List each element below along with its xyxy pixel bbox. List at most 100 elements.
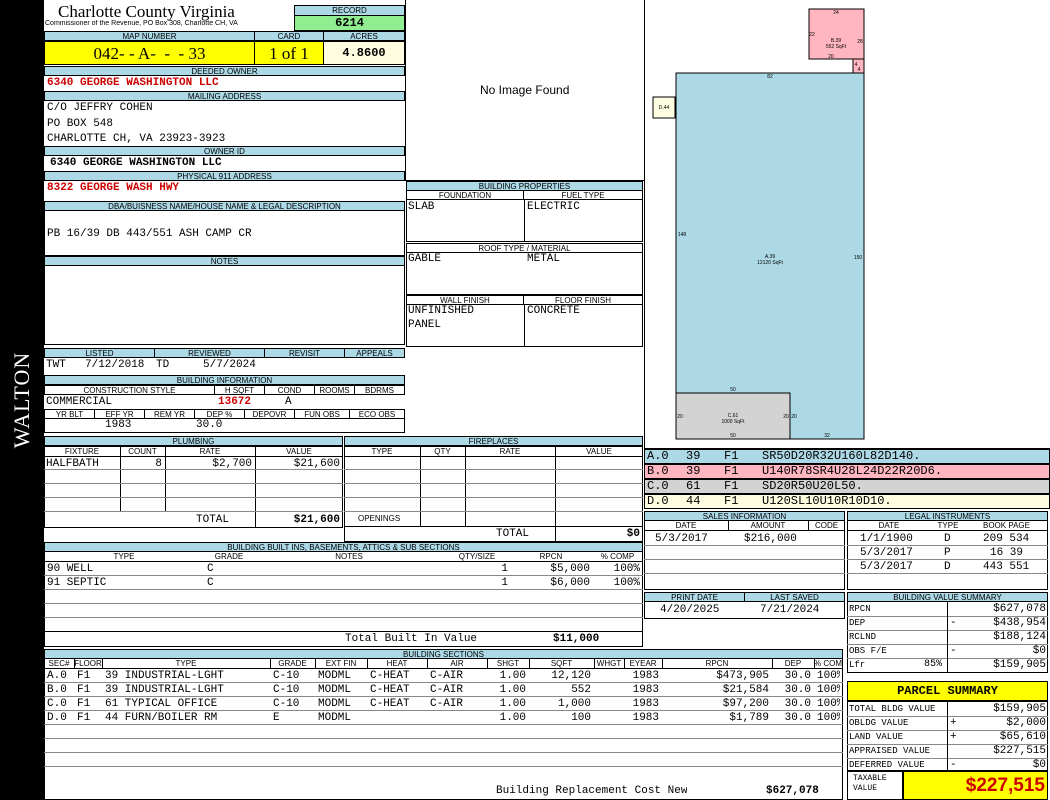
code-path-4: U120SL10U10R10D10. bbox=[762, 494, 892, 508]
sketch-dim-13: 20 bbox=[791, 414, 797, 420]
sale-date: 5/3/2017 bbox=[655, 533, 708, 545]
section-row-3-col-4: MODML bbox=[318, 698, 352, 710]
code-sec-1: A.0 bbox=[647, 449, 669, 463]
section-row-3-col-13: 100% bbox=[817, 698, 840, 710]
building-sketch: B.39 552 SqFt A.39 12120 SqFt C.61 1000 … bbox=[652, 8, 865, 440]
owner-id: 6340 GEORGE WASHINGTON LLC bbox=[50, 157, 222, 169]
legal-text: PB 16/39 DB 443/551 ASH CAMP CR bbox=[47, 228, 252, 240]
fp-v2 bbox=[465, 446, 466, 526]
plumbing-count: 8 bbox=[155, 458, 162, 470]
sketch-dim-2: 22 bbox=[809, 32, 815, 38]
section-row-4-col-11: $1,789 bbox=[729, 712, 769, 724]
sale-amount: $216,000 bbox=[744, 533, 797, 545]
section-row-2-col-6: C-AIR bbox=[430, 684, 464, 696]
plumbing-value: $21,600 bbox=[293, 458, 340, 470]
sec-vline-2 bbox=[102, 658, 103, 668]
sections-col-5: HEAT bbox=[386, 659, 408, 668]
section-row-1-col-2: 39 INDUSTRIAL-LGHT bbox=[105, 670, 224, 682]
sec-hline-5 bbox=[44, 738, 843, 739]
vs-label-5: Lfr bbox=[849, 660, 866, 670]
sketch-dim-10: 50 bbox=[730, 387, 736, 393]
vs-value-2: $438,954 bbox=[993, 617, 1046, 629]
wall-value-1: UNFINISHED bbox=[408, 305, 475, 317]
fp-h2 bbox=[344, 469, 643, 470]
section-row-3-col-0: C.0 bbox=[47, 698, 67, 710]
section-row-3-col-2: 61 TYPICAL OFFICE bbox=[105, 698, 218, 710]
section-row-3-col-8: 1,000 bbox=[557, 698, 591, 710]
sec-vline-11 bbox=[662, 658, 663, 668]
sec-hline-2 bbox=[44, 696, 843, 697]
hsqft-value: 13672 bbox=[218, 396, 252, 408]
plumbing-label: PLUMBING bbox=[44, 436, 343, 446]
sales-v1 bbox=[728, 520, 729, 530]
owner-id-label: OWNER ID bbox=[44, 146, 405, 156]
reviewed-by: TD bbox=[156, 359, 170, 371]
code-type-2: 39 bbox=[686, 464, 701, 478]
plumbing-total-label: TOTAL bbox=[196, 514, 230, 526]
floor-value: CONCRETE bbox=[527, 305, 580, 317]
builtin-1-qty: 1 bbox=[501, 563, 508, 575]
fireplace-col-qty: QTY bbox=[434, 447, 451, 456]
plumbing-col-count: COUNT bbox=[128, 447, 157, 456]
builtin-2-qty: 1 bbox=[501, 577, 508, 589]
section-row-3-col-1: F1 bbox=[77, 698, 91, 710]
sections-col-8: SQFT bbox=[550, 659, 573, 668]
sec-vline-1 bbox=[74, 658, 75, 668]
plumbing-col-fixture: FIXTURE bbox=[64, 447, 100, 456]
builtins-col-rpcn: RPCN bbox=[539, 552, 563, 561]
code-path-1: SR50D20R32U160L82D140. bbox=[762, 449, 921, 463]
sec-vline-8 bbox=[529, 658, 530, 668]
code-floor-3: F1 bbox=[724, 479, 739, 493]
reviewed-label: REVIEWED bbox=[154, 348, 265, 358]
sales-h3 bbox=[644, 559, 845, 560]
sec-vline-6 bbox=[427, 658, 428, 668]
fp-v1 bbox=[420, 446, 421, 526]
builtin-1-comp: 100% bbox=[613, 563, 640, 575]
builtins-col-qty: QTY/SIZE bbox=[458, 552, 496, 561]
section-row-2-col-0: B.0 bbox=[47, 684, 67, 696]
builtins-col-type: TYPE bbox=[113, 552, 135, 561]
hsqft-label: H SQFT bbox=[214, 385, 265, 395]
sections-col-11: RPCN bbox=[705, 659, 729, 668]
section-row-1-col-6: C-AIR bbox=[430, 670, 464, 682]
fp-h3 bbox=[344, 483, 643, 484]
sec-vline-7 bbox=[487, 658, 488, 668]
sec-vline-5 bbox=[367, 658, 368, 668]
card-value: 1 of 1 bbox=[254, 41, 324, 65]
section-row-4-col-7: 1.00 bbox=[499, 712, 526, 724]
section-row-1-col-8: 12,120 bbox=[551, 670, 591, 682]
county-subtitle: Commissioner of the Revenue, PO Box 308,… bbox=[45, 20, 238, 27]
sketch-area-c: 1000 SqFt bbox=[721, 419, 745, 425]
section-row-3-col-3: C-10 bbox=[273, 698, 300, 710]
sketch-dim-6: 4 bbox=[858, 67, 861, 73]
sketch-dim-7: 82 bbox=[767, 74, 773, 80]
section-row-2-col-10: 1983 bbox=[632, 684, 659, 696]
print-date: 4/20/2025 bbox=[660, 604, 720, 616]
sec-vline-13 bbox=[814, 658, 815, 668]
sec-hline-1 bbox=[44, 682, 843, 683]
sales-col-code: CODE bbox=[814, 521, 839, 530]
sections-col-2: TYPE bbox=[175, 659, 197, 668]
vs-pct-5: 85% bbox=[923, 659, 942, 670]
bdrms-label: BDRMS bbox=[354, 385, 405, 395]
props-divider-1 bbox=[524, 199, 525, 242]
sketch-dim-9: 150 bbox=[854, 255, 863, 261]
builtins-col-comp: % COMP bbox=[600, 552, 635, 561]
rooms-label: ROOMS bbox=[314, 385, 355, 395]
builtins-col-grade: GRADE bbox=[214, 552, 244, 561]
fuel-value: ELECTRIC bbox=[527, 201, 580, 213]
vs-value-5: $159,905 bbox=[993, 659, 1046, 671]
plumb-h4 bbox=[44, 497, 343, 498]
builtin-2-comp: 100% bbox=[613, 577, 640, 589]
builtins-total-label: Total Built In Value bbox=[345, 633, 478, 645]
code-path-2: U140R78SR4U28L24D22R20D6. bbox=[762, 464, 943, 478]
section-row-4-col-1: F1 bbox=[77, 712, 91, 724]
bi-h4 bbox=[44, 603, 643, 604]
builtins-col-notes: NOTES bbox=[335, 552, 363, 561]
section-row-1-col-0: A.0 bbox=[47, 670, 67, 682]
code-sec-3: C.0 bbox=[647, 479, 669, 493]
fireplace-col-rate: RATE bbox=[499, 447, 521, 456]
vs-label-3: RCLND bbox=[849, 632, 877, 642]
roof-type: GABLE bbox=[408, 253, 442, 265]
builtin-2-grade: C bbox=[207, 577, 214, 589]
